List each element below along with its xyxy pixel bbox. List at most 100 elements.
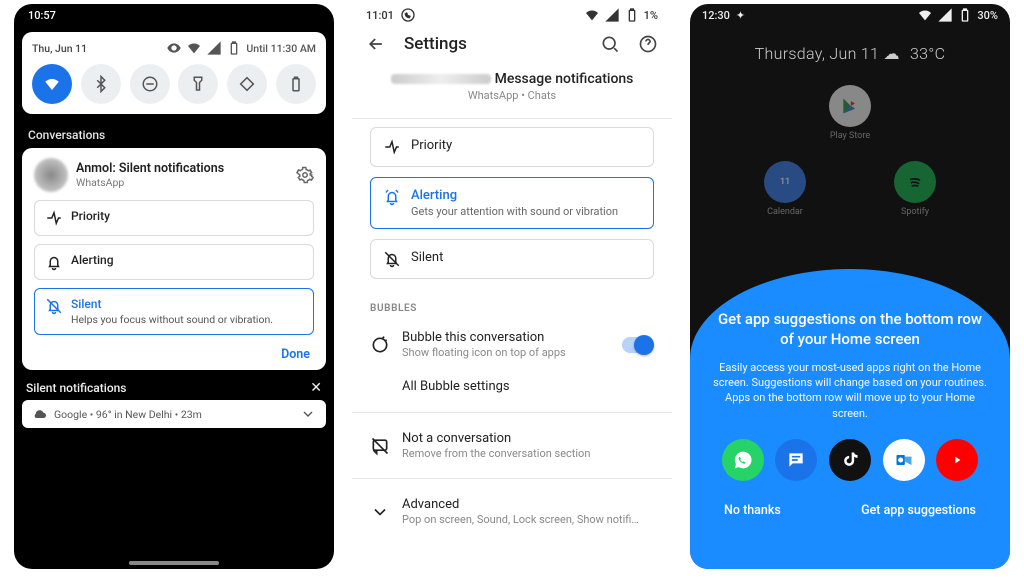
no-thanks-button[interactable]: No thanks [724, 503, 781, 518]
nav-handle[interactable] [129, 561, 219, 565]
quick-settings-panel: Thu, Jun 11 Until 11:30 AM [22, 32, 326, 114]
weather-notification[interactable]: Google • 96° in New Delhi • 23m [22, 400, 326, 428]
bell-icon [45, 253, 63, 271]
outlook-icon [894, 450, 914, 470]
suggestions-sheet: Get app suggestions on the bottom row of… [690, 269, 1010, 569]
qs-tile-flashlight[interactable] [178, 64, 218, 104]
suggested-apps-row [710, 439, 990, 481]
bubble-icon [370, 335, 390, 355]
app-spotify[interactable]: Spotify [894, 161, 936, 217]
not-conversation-row[interactable]: Not a conversation Remove from the conve… [352, 421, 672, 470]
sugg-outlook[interactable] [883, 439, 925, 481]
not-conversation-icon [370, 436, 390, 456]
channel-app: WhatsApp • Chats [352, 89, 672, 102]
flashlight-icon [189, 75, 207, 93]
sugg-youtube[interactable] [936, 439, 978, 481]
messages-icon [786, 450, 806, 470]
done-button[interactable]: Done [281, 347, 310, 362]
chevron-down-icon[interactable] [300, 406, 316, 422]
sugg-tiktok[interactable] [829, 439, 871, 481]
spotify-icon [905, 172, 925, 192]
wifi-small-icon [186, 40, 202, 56]
bell-off-icon [383, 250, 401, 268]
tiktok-icon [840, 450, 860, 470]
qs-tile-dnd[interactable] [130, 64, 170, 104]
status-bar: 12:30 ✦ 30% [690, 4, 1010, 26]
page-title: Settings [404, 34, 582, 54]
advanced-row[interactable]: Advanced Pop on screen, Sound, Lock scre… [352, 487, 672, 536]
redacted-contact [391, 74, 491, 84]
chevron-down-icon [370, 502, 390, 522]
bubble-conversation-row[interactable]: Bubble this conversation Show floating i… [352, 320, 672, 369]
qs-date: Thu, Jun 11 [32, 42, 87, 55]
sheet-heading: Get app suggestions on the bottom row of… [710, 309, 990, 350]
qs-alarm-until: Until 11:30 AM [246, 42, 316, 55]
silent-notifications-header: Silent notifications ✕ [26, 380, 322, 396]
whatsapp-status-icon [400, 7, 416, 23]
phone-notification-shade: 10:57 Thu, Jun 11 Until 11:30 AM [14, 4, 334, 569]
notification-channel-card: Anmol: Silent notifications WhatsApp Pri… [22, 148, 326, 370]
status-time: 12:30 [702, 9, 730, 22]
channel-title-block: Message notifications WhatsApp • Chats [352, 64, 672, 110]
qs-tile-wifi[interactable] [32, 64, 72, 104]
bell-off-icon [45, 297, 63, 315]
battery-percent: 1% [644, 9, 658, 22]
gear-icon[interactable] [296, 166, 314, 184]
close-icon[interactable]: ✕ [310, 380, 322, 396]
sugg-whatsapp[interactable] [722, 439, 764, 481]
bubbles-section-header: BUBBLES [352, 289, 672, 320]
home-apps-dimmed: Play Store [690, 85, 1010, 141]
phone-home-suggestions: 12:30 ✦ 30% Thursday, Jun 11 ☁ 33°C Play… [690, 4, 1010, 569]
option-silent[interactable]: Silent Helps you focus without sound or … [34, 288, 314, 335]
settings-header: Settings [352, 26, 672, 64]
qs-tile-autorotate[interactable] [227, 64, 267, 104]
option-alerting[interactable]: Alerting Gets your attention with sound … [370, 177, 654, 229]
play-store-icon [840, 96, 860, 116]
sugg-messages[interactable] [775, 439, 817, 481]
sheet-body: Easily access your most-used apps right … [710, 360, 990, 422]
priority-icon [45, 209, 63, 227]
battery-icon [624, 7, 640, 23]
status-bar: 10:57 [14, 4, 334, 26]
status-bar: 11:01 1% [352, 4, 672, 26]
whatsapp-icon [733, 450, 753, 470]
qs-tile-battery-saver[interactable] [276, 64, 316, 104]
notification-title: Anmol: Silent notifications [76, 161, 288, 176]
home-date-widget[interactable]: Thursday, Jun 11 ☁ 33°C [690, 44, 1010, 63]
bell-ring-icon [383, 188, 401, 206]
qs-status-icons: Until 11:30 AM [166, 40, 316, 56]
search-icon[interactable] [600, 34, 620, 54]
notification-header: Anmol: Silent notifications WhatsApp [34, 158, 314, 192]
wifi-small-icon [584, 7, 600, 23]
battery-percent: 30% [977, 9, 998, 22]
battery-icon [957, 7, 973, 23]
autorotate-icon [238, 75, 256, 93]
qs-tile-bluetooth[interactable] [81, 64, 121, 104]
help-icon[interactable] [638, 34, 658, 54]
bubble-toggle[interactable] [622, 337, 654, 353]
signal-icon [937, 7, 953, 23]
option-priority[interactable]: Priority [370, 127, 654, 167]
dnd-icon [141, 75, 159, 93]
battery-icon [226, 40, 242, 56]
eye-icon [166, 40, 182, 56]
priority-icon [383, 138, 401, 156]
youtube-icon [947, 450, 967, 470]
signal-icon [604, 7, 620, 23]
option-silent[interactable]: Silent [370, 239, 654, 279]
option-priority[interactable]: Priority [34, 200, 314, 236]
option-alerting[interactable]: Alerting [34, 244, 314, 280]
avatar [34, 158, 68, 192]
app-play-store[interactable]: Play Store [829, 85, 871, 141]
all-bubble-settings-row[interactable]: All Bubble settings [352, 369, 672, 404]
notification-app: WhatsApp [76, 176, 288, 189]
cloud-icon [32, 406, 48, 422]
app-calendar[interactable]: 11 Calendar [764, 161, 806, 217]
weather-icon: ☁ [883, 44, 904, 63]
battery-saver-icon [287, 75, 305, 93]
phone-settings: 11:01 1% Settings Message notifications … [352, 4, 672, 569]
get-suggestions-button[interactable]: Get app suggestions [861, 503, 976, 518]
back-arrow-icon[interactable] [366, 34, 386, 54]
wifi-small-icon [917, 7, 933, 23]
bluetooth-icon [92, 75, 110, 93]
